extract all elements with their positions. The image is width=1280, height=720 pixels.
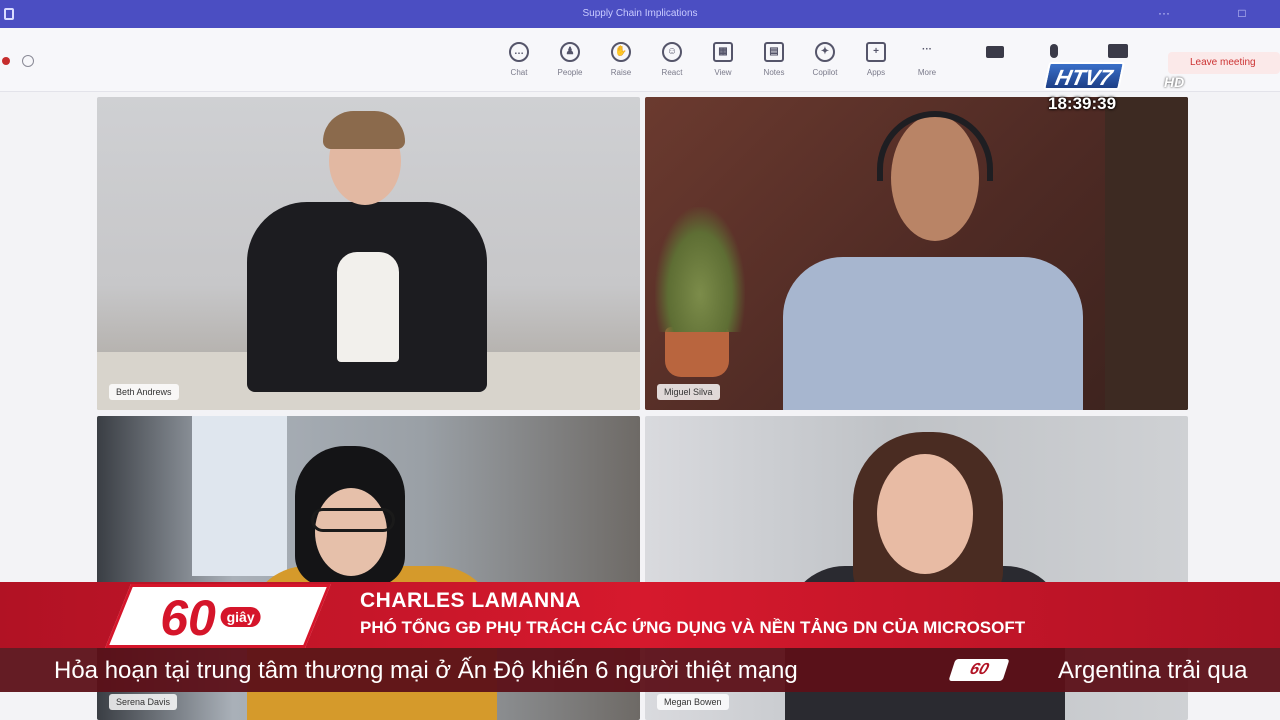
- recording-dot-icon: [2, 57, 10, 65]
- raise-hand-icon: ✋: [611, 42, 631, 62]
- people-icon: ♟: [560, 42, 580, 62]
- broadcast-frame: Supply Chain Implications ··· □ … Chat ♟…: [0, 0, 1280, 720]
- share-screen-icon[interactable]: [1108, 44, 1128, 58]
- logo-word: giây: [220, 607, 261, 627]
- apps-button[interactable]: + Apps: [851, 42, 901, 77]
- notes-icon: ▤: [764, 42, 784, 62]
- name-tag: Serena Davis: [109, 694, 178, 710]
- headset-icon: [877, 111, 993, 181]
- ticker-headline: Hỏa hoạn tại trung tâm thương mại ở Ấn Đ…: [54, 657, 798, 684]
- speaker-title: PHÓ TỔNG GĐ PHỤ TRÁCH CÁC ỨNG DỤNG VÀ NỀ…: [360, 618, 1026, 637]
- name-tag: Megan Bowen: [657, 694, 729, 710]
- window-titlebar: Supply Chain Implications ··· □: [0, 0, 1280, 28]
- speaker-name: CHARLES LAMANNA: [360, 589, 581, 612]
- name-tag: Beth Andrews: [109, 384, 179, 400]
- hair: [323, 111, 405, 149]
- maximize-button[interactable]: □: [1232, 6, 1252, 20]
- shirt: [337, 252, 399, 362]
- view-icon: ▦: [713, 42, 733, 62]
- broadcast-clock: 18:39:39: [1048, 94, 1117, 113]
- meeting-title: Supply Chain Implications: [582, 8, 698, 19]
- copilot-icon: ✦: [815, 42, 835, 62]
- plant-pot: [665, 327, 729, 377]
- window-pane: [192, 416, 287, 576]
- hd-badge: HD: [1164, 74, 1185, 90]
- plant-leaves: [655, 207, 745, 332]
- people-button[interactable]: ♟ People: [545, 42, 595, 77]
- notes-button[interactable]: ▤ Notes: [749, 42, 799, 77]
- participant-tile-miguel[interactable]: Miguel Silva: [645, 97, 1188, 410]
- camera-icon[interactable]: [986, 46, 1004, 58]
- participant-tile-beth[interactable]: Beth Andrews: [97, 97, 640, 410]
- glasses-icon: [311, 508, 395, 532]
- more-icon: ···: [922, 44, 932, 55]
- microphone-icon[interactable]: [1050, 44, 1058, 58]
- react-icon: ☺: [662, 42, 682, 62]
- chat-button[interactable]: … Chat: [494, 42, 544, 77]
- participant-body: [783, 257, 1083, 410]
- 60-giay-logo: 60 giây: [105, 584, 331, 648]
- bookshelf: [1105, 97, 1188, 410]
- ticker-next-headline: Argentina trải qua: [1058, 657, 1248, 684]
- ticker-logo: 60: [948, 659, 1010, 681]
- more-button[interactable]: ··· More: [902, 42, 952, 77]
- htv7-logo-box: HTV7: [1043, 62, 1126, 90]
- timer-icon: [22, 55, 34, 67]
- chat-icon: …: [509, 42, 529, 62]
- copilot-button[interactable]: ✦ Copilot: [800, 42, 850, 77]
- raise-hand-button[interactable]: ✋ Raise: [596, 42, 646, 77]
- react-button[interactable]: ☺ React: [647, 42, 697, 77]
- name-tag: Miguel Silva: [657, 384, 720, 400]
- participant-face: [877, 454, 973, 574]
- participant-face: [315, 488, 387, 576]
- htv7-logo: HTV7 HD: [1043, 60, 1198, 94]
- more-options-button[interactable]: ···: [1154, 6, 1174, 20]
- logo-number: 60: [160, 590, 216, 646]
- view-button[interactable]: ▦ View: [698, 42, 748, 77]
- apps-icon: +: [866, 42, 886, 62]
